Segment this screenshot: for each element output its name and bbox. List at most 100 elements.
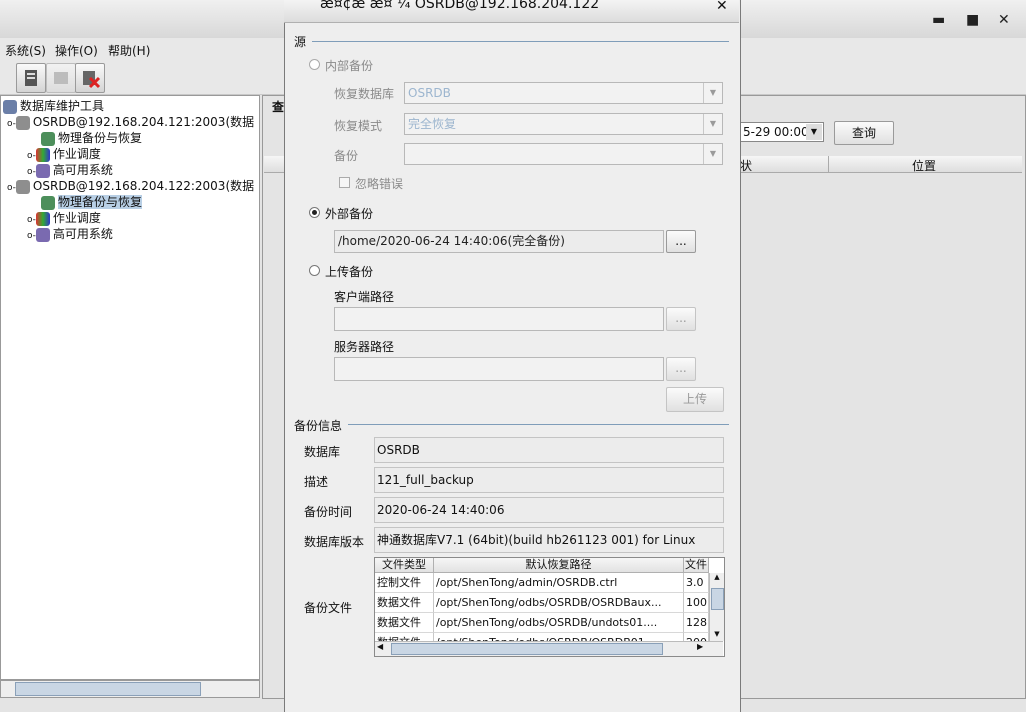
cell-size: 3.0 (684, 573, 709, 593)
disabled-server-icon (54, 72, 68, 84)
info-time-value: 2020-06-24 14:40:06 (374, 497, 724, 523)
disabled-server-button[interactable] (46, 63, 76, 93)
cluster-icon (35, 227, 50, 242)
tree-item-jobs-122[interactable]: o- 作业调度 (27, 210, 101, 226)
server-path-input[interactable] (334, 357, 664, 381)
info-files-label: 备份文件 (304, 601, 353, 615)
tree-item-ha-121[interactable]: o- 高可用系统 (27, 162, 113, 178)
minimize-icon[interactable]: ▬ (932, 12, 945, 28)
panel-title-fragment: 查 (272, 100, 285, 114)
scrollbar-thumb[interactable] (711, 588, 724, 610)
browse-client-button[interactable]: ... (666, 307, 696, 331)
tree-item-jobs-121[interactable]: o- 作业调度 (27, 146, 101, 162)
remove-server-icon (83, 71, 101, 89)
info-time-label: 备份时间 (304, 505, 353, 519)
column-location: 位置 (912, 159, 937, 173)
expand-icon: o- (27, 231, 36, 241)
expand-icon: o- (7, 183, 16, 193)
expand-icon: o- (7, 119, 16, 129)
upload-backup-radio[interactable] (309, 265, 320, 276)
menu-system[interactable]: 系统(S) (5, 42, 46, 59)
tree-item-backup-121[interactable]: 物理备份与恢复 (41, 130, 142, 146)
cell-size: 100 (684, 593, 709, 613)
scrollbar-thumb[interactable] (391, 643, 663, 655)
expand-icon: o- (27, 167, 36, 177)
external-backup-label: 外部备份 (325, 207, 374, 221)
tree-item-ha-122[interactable]: o- 高可用系统 (27, 226, 113, 242)
scroll-down-icon[interactable]: ▼ (710, 630, 724, 641)
backup-files-table: 文件类型 默认恢复路径 文件 控制文件 /opt/ShenTong/admin/… (374, 557, 725, 657)
restore-db-label: 恢复数据库 (334, 87, 395, 101)
external-backup-path[interactable]: /home/2020-06-24 14:40:06(完全备份) (334, 230, 664, 253)
scrollbar-thumb[interactable] (15, 682, 201, 696)
tree-item-backup-122[interactable]: 物理备份与恢复 (41, 194, 143, 210)
table-row[interactable]: 数据文件 /opt/ShenTong/odbs/OSRDB/OSRDB01...… (375, 633, 709, 641)
chart-icon (35, 211, 50, 226)
dropdown-arrow-icon[interactable]: ▼ (806, 124, 822, 140)
backup-select[interactable] (404, 143, 723, 165)
maximize-icon[interactable]: ■ (966, 12, 979, 28)
section-divider (312, 41, 729, 42)
cell-size: 128 (684, 613, 709, 633)
expand-icon: o- (27, 151, 36, 161)
dialog-close-icon[interactable]: ✕ (716, 0, 728, 14)
tree-node-server-121[interactable]: o- OSRDB@192.168.204.121:2003(数据 (7, 114, 254, 130)
client-path-input[interactable] (334, 307, 664, 331)
upload-backup-label: 上传备份 (325, 265, 374, 279)
menu-help[interactable]: 帮助(H) (108, 42, 150, 59)
column-file-type[interactable]: 文件类型 (375, 558, 434, 573)
backup-icon (41, 195, 55, 210)
chevron-down-icon[interactable]: ▼ (703, 144, 722, 164)
cluster-icon (35, 163, 50, 178)
scroll-left-icon[interactable]: ◀ (377, 642, 383, 651)
internal-backup-radio[interactable] (309, 59, 320, 70)
client-path-label: 客户端路径 (334, 290, 395, 304)
scroll-up-icon[interactable]: ▲ (710, 573, 724, 584)
upload-button[interactable]: 上传 (666, 387, 724, 412)
table-row[interactable]: 控制文件 /opt/ShenTong/admin/OSRDB.ctrl 3.0 (375, 573, 709, 593)
cell-type: 数据文件 (375, 593, 434, 613)
chevron-down-icon[interactable]: ▼ (703, 114, 722, 134)
ignore-errors-checkbox[interactable] (339, 177, 350, 188)
cell-path: /opt/ShenTong/odbs/OSRDB/undots01.... (434, 613, 684, 633)
date-picker[interactable]: 5-29 00:00 ▼ (740, 122, 824, 142)
backup-label: 备份 (334, 149, 359, 163)
external-backup-radio[interactable] (309, 207, 320, 218)
restore-mode-label: 恢复模式 (334, 119, 383, 133)
info-version-label: 数据库版本 (304, 535, 365, 549)
tree-node-server-122[interactable]: o- OSRDB@192.168.204.122:2003(数据 (7, 178, 254, 194)
query-button[interactable]: 查询 (834, 121, 894, 145)
table-horizontal-scrollbar[interactable]: ◀ ▶ (375, 641, 723, 656)
cell-size: 200 (684, 633, 709, 641)
section-divider (348, 424, 729, 425)
table-row[interactable]: 数据文件 /opt/ShenTong/odbs/OSRDB/undots01..… (375, 613, 709, 633)
source-section-title: 源 (294, 35, 307, 49)
column-default-path[interactable]: 默认恢复路径 (434, 558, 684, 573)
browse-external-button[interactable]: ... (666, 230, 696, 253)
tree-root[interactable]: 数据库维护工具 (3, 98, 104, 114)
scroll-right-icon[interactable]: ▶ (697, 642, 703, 651)
server-button[interactable] (16, 63, 46, 93)
cell-path: /opt/ShenTong/admin/OSRDB.ctrl (434, 573, 684, 593)
close-icon[interactable]: ✕ (998, 12, 1010, 28)
database-icon (15, 115, 30, 130)
info-version-value: 神通数据库V7.1 (64bit)(build hb261123 001) fo… (374, 527, 724, 553)
info-db-value: OSRDB (374, 437, 724, 463)
column-file-size[interactable]: 文件 (684, 558, 709, 573)
info-desc-label: 描述 (304, 475, 329, 489)
restore-db-select[interactable]: OSRDB (404, 82, 723, 104)
chevron-down-icon[interactable]: ▼ (703, 83, 722, 103)
cell-type: 控制文件 (375, 573, 434, 593)
table-vertical-scrollbar[interactable]: ▲ ▼ (709, 573, 724, 641)
backup-icon (41, 131, 55, 146)
browse-server-button[interactable]: ... (666, 357, 696, 381)
tree-horizontal-scrollbar[interactable] (0, 680, 260, 698)
database-icon (15, 179, 30, 194)
restore-mode-select[interactable]: 完全恢复 (404, 113, 723, 135)
table-row[interactable]: 数据文件 /opt/ShenTong/odbs/OSRDB/OSRDBaux..… (375, 593, 709, 613)
cell-path: /opt/ShenTong/odbs/OSRDB/OSRDB01... (434, 633, 684, 641)
chart-icon (35, 147, 50, 162)
menu-operation[interactable]: 操作(O) (55, 42, 98, 59)
info-db-label: 数据库 (304, 445, 341, 459)
remove-server-button[interactable] (75, 63, 105, 93)
